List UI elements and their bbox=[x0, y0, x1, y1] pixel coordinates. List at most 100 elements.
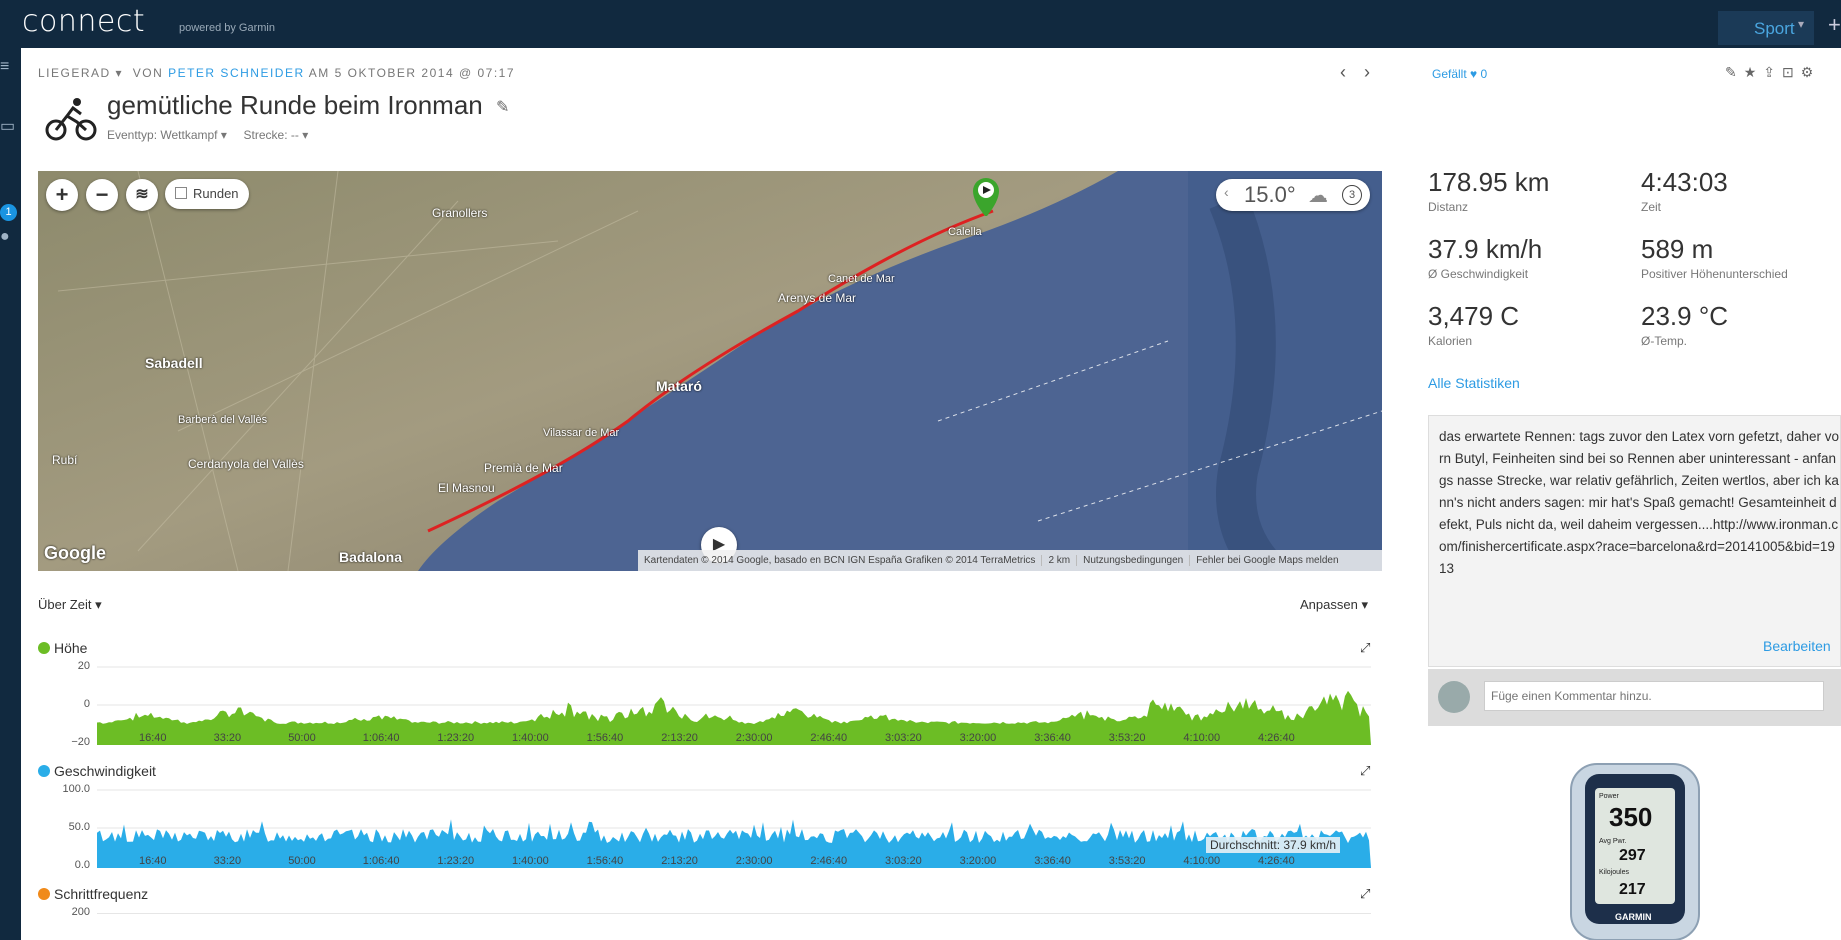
garmin-device-image: Power 350 Avg Pwr. 297 Kilojoules 217 GA… bbox=[1570, 763, 1700, 940]
speed-dot bbox=[38, 765, 50, 777]
activity-notes: das erwartete Rennen: tags zuvor den Lat… bbox=[1428, 415, 1841, 667]
map-background bbox=[38, 171, 1382, 571]
time-axis-label: Über Zeit bbox=[38, 597, 92, 612]
comment-input[interactable] bbox=[1484, 681, 1824, 711]
cadence-dot bbox=[38, 888, 50, 900]
map-label-rubi: Rubí bbox=[52, 453, 78, 467]
expand-icon[interactable]: ⤢ bbox=[1360, 886, 1370, 902]
event-meta: Eventtyp: Wettkampf ▾ Strecke: -- ▾ bbox=[107, 128, 309, 142]
map-label-masnou: El Masnou bbox=[438, 481, 495, 495]
cadence-chart: Schrittfrequenz ⤢ 200 bbox=[38, 886, 1382, 940]
author-link[interactable]: PETER SCHNEIDER bbox=[168, 66, 305, 80]
customize-label: Anpassen bbox=[1300, 597, 1358, 612]
device-avg-label: Avg Pwr. bbox=[1599, 838, 1627, 845]
map-label-barbera: Barberà del Vallès bbox=[178, 414, 268, 426]
caret-down-icon[interactable]: ▾ bbox=[116, 66, 128, 80]
device-power: 350 bbox=[1609, 802, 1652, 832]
edit-icon[interactable]: ✎ bbox=[1725, 64, 1737, 80]
star-icon[interactable]: ★ bbox=[1744, 64, 1757, 80]
x-tick-label: 1:40:00 bbox=[512, 732, 549, 744]
like-label: Gefällt bbox=[1432, 67, 1467, 81]
edit-pencil-icon[interactable]: ✎ bbox=[496, 97, 509, 117]
laps-checkbox[interactable] bbox=[175, 187, 187, 199]
notification-badge[interactable]: 1 bbox=[0, 204, 17, 221]
device-power-label: Power bbox=[1599, 793, 1620, 800]
activity-type-dropdown[interactable]: LIEGERAD bbox=[38, 66, 111, 80]
google-logo: Google bbox=[44, 543, 106, 563]
elevation-chart: Höhe ⤢ 20 0 −20 16:40 33:20 50:00 1:06:40 1:… bbox=[38, 640, 1382, 748]
zoom-in-button[interactable]: + bbox=[46, 179, 78, 211]
x-tick-label: 16:40 bbox=[139, 732, 167, 744]
add-icon[interactable]: + bbox=[1828, 12, 1841, 38]
y-tick: 200 bbox=[71, 906, 90, 918]
map-label-premia: Premià de Mar bbox=[484, 461, 563, 475]
share-icon[interactable]: ⇪ bbox=[1763, 64, 1775, 80]
stat-avg-speed: 37.9 km/h Ø Geschwindigkeit bbox=[1428, 234, 1543, 281]
activity-title[interactable]: gemütliche Runde beim Ironman bbox=[107, 90, 483, 121]
x-tick-label: 33:20 bbox=[214, 855, 242, 867]
chevron-left-icon[interactable]: ‹ bbox=[1224, 184, 1229, 200]
lock-icon[interactable]: ⊡ bbox=[1782, 64, 1794, 80]
stat-distance: 178.95 km Distanz bbox=[1428, 167, 1550, 214]
x-tick-label: 4:10:00 bbox=[1183, 855, 1220, 867]
event-type-dropdown[interactable]: Eventtyp: Wettkampf bbox=[107, 128, 218, 142]
zoom-out-button[interactable]: − bbox=[86, 179, 118, 211]
laps-label: Runden bbox=[193, 186, 239, 201]
x-tick-label: 1:40:00 bbox=[512, 855, 549, 867]
y-tick: 0.0 bbox=[74, 859, 90, 871]
x-tick-label: 1:56:40 bbox=[587, 732, 624, 744]
report-error-link[interactable]: Fehler bei Google Maps melden bbox=[1189, 555, 1345, 566]
x-tick-label: 2:30:00 bbox=[736, 855, 773, 867]
x-tick-label: 2:13:20 bbox=[661, 732, 698, 744]
activity-actions: ✎ ★ ⇪ ⊡ ⚙ bbox=[1725, 64, 1820, 81]
comment-bar bbox=[1428, 669, 1841, 726]
customize-dropdown[interactable]: Anpassen ▾ bbox=[1300, 597, 1368, 613]
map-label-calella: Calella bbox=[948, 226, 982, 238]
x-tick-label: 50:00 bbox=[288, 855, 316, 867]
weather-widget[interactable]: ‹ 15.0° ☁ 3 bbox=[1216, 179, 1370, 211]
top-bar: connect powered by Garmin Sport ▾ + bbox=[0, 0, 1841, 48]
route-dropdown[interactable]: Strecke: -- bbox=[244, 128, 299, 142]
all-stats-link[interactable]: Alle Statistiken bbox=[1428, 375, 1520, 391]
cycling-icon bbox=[45, 98, 97, 141]
inbox-icon[interactable]: ▭ bbox=[0, 116, 21, 136]
gear-icon[interactable]: ⚙ bbox=[1801, 64, 1814, 80]
menu-icon[interactable]: ≡ bbox=[0, 58, 21, 76]
elevation-plot[interactable]: 16:40 33:20 50:00 1:06:40 1:23:20 1:40:00 1:56… bbox=[97, 640, 1371, 745]
laps-toggle[interactable]: Runden bbox=[165, 179, 249, 209]
x-tick-label: 3:20:00 bbox=[960, 732, 997, 744]
activity-map[interactable]: + − ≋ Runden ‹ 15.0° ☁ 3 Mataró Sabadell… bbox=[38, 171, 1382, 571]
x-tick-label: 3:36:40 bbox=[1034, 855, 1071, 867]
weather-count: 3 bbox=[1342, 185, 1362, 205]
edit-notes-link[interactable]: Bearbeiten bbox=[1763, 638, 1831, 654]
like-button[interactable]: Gefällt ♥ 0 bbox=[1432, 67, 1487, 81]
x-tick-label: 1:23:20 bbox=[437, 732, 474, 744]
grid-line bbox=[97, 913, 1371, 914]
x-tick-label: 1:23:20 bbox=[437, 855, 474, 867]
map-label-mataro: Mataró bbox=[656, 378, 702, 394]
layers-button[interactable]: ≋ bbox=[126, 179, 158, 211]
by-label: VON bbox=[132, 66, 164, 80]
device-avg-power: 297 bbox=[1619, 847, 1646, 864]
device-kilojoules: 217 bbox=[1619, 881, 1646, 898]
x-tick-label: 50:00 bbox=[288, 732, 316, 744]
stat-time: 4:43:03 Zeit bbox=[1641, 167, 1728, 214]
elevation-dot bbox=[38, 642, 50, 654]
connect-logo[interactable]: connect bbox=[22, 4, 145, 39]
x-tick-label: 1:06:40 bbox=[363, 855, 400, 867]
breadcrumb: LIEGERAD ▾ VON PETER SCHNEIDER AM 5 OKTO… bbox=[38, 66, 515, 80]
stat-elevation-gain: 589 m Positiver Höhenunterschied bbox=[1641, 234, 1788, 281]
x-tick-label: 4:26:40 bbox=[1258, 855, 1295, 867]
temperature: 15.0° bbox=[1244, 182, 1296, 207]
map-label-canet: Canet de Mar bbox=[828, 273, 895, 285]
next-arrow-icon[interactable]: › bbox=[1364, 62, 1370, 82]
user-icon[interactable]: ● bbox=[0, 228, 21, 246]
y-tick: −20 bbox=[71, 736, 90, 748]
y-tick: 50.0 bbox=[68, 821, 90, 833]
speed-plot[interactable]: 16:40 33:20 50:00 1:06:40 1:23:20 1:40:00 1:56… bbox=[97, 763, 1371, 868]
sport-menu-button[interactable]: Sport ▾ bbox=[1718, 11, 1814, 45]
time-axis-dropdown[interactable]: Über Zeit ▾ bbox=[38, 597, 102, 613]
previous-arrow-icon[interactable]: ‹ bbox=[1340, 62, 1346, 82]
terms-link[interactable]: Nutzungsbedingungen bbox=[1076, 555, 1190, 566]
x-tick-label: 2:46:40 bbox=[810, 732, 847, 744]
